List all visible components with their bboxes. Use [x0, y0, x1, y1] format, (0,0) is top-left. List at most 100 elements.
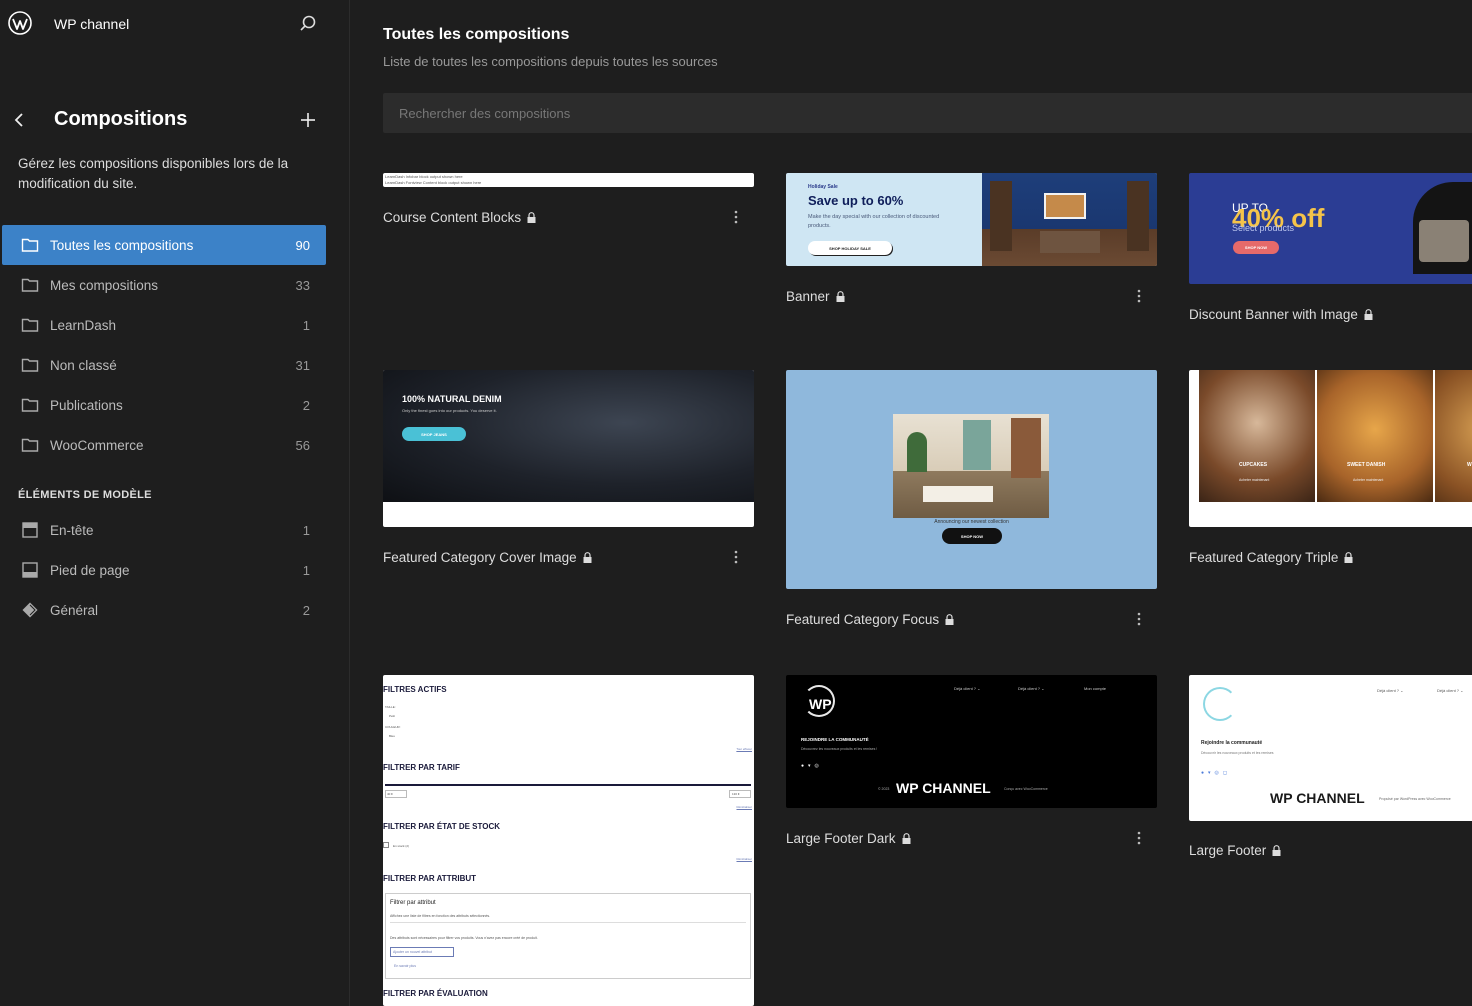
- social-icons: ●▾◎: [801, 763, 823, 769]
- template-parts-nav: En-tête 1 Pied de page 1 Général 2: [2, 510, 326, 630]
- pattern-card-large-footer-dark[interactable]: WP Déjà client ? ⌄ Déjà client ? ⌄ Mon c…: [786, 675, 1157, 855]
- folder-icon: [21, 318, 39, 332]
- pattern-preview[interactable]: Announcing our newest collection SHOP NO…: [786, 370, 1157, 589]
- preview-nav: Déjà client ? ⌄: [1377, 688, 1404, 693]
- pattern-name: Large Footer Dark: [786, 831, 896, 846]
- preview-eyebrow: Holiday Sale: [808, 184, 838, 190]
- bookshelf-shape: [990, 181, 1012, 251]
- footer-icon: [22, 562, 38, 578]
- preview-heading: FILTRER PAR ÉTAT DE STOCK: [383, 822, 501, 831]
- folder-icon: [21, 438, 39, 452]
- preview-text: Petit: [389, 714, 396, 718]
- preview-caption: Announcing our newest collection: [934, 519, 1009, 525]
- preview-label: W: [1467, 462, 1472, 468]
- pattern-preview[interactable]: UP TO 40% off Select products SHOP NOW: [1189, 173, 1472, 284]
- more-options-icon[interactable]: [1131, 611, 1147, 627]
- preview-nav: Déjà client ? ⌄: [1018, 686, 1045, 691]
- preview-heading: FILTRER PAR ATTRIBUT: [383, 874, 477, 883]
- social-icons: ●▾◎◻: [1201, 770, 1232, 776]
- lock-icon: [1272, 845, 1281, 856]
- site-title[interactable]: WP channel: [54, 16, 129, 32]
- attribute-placeholder: Filtrer par attribut Affichez une liste …: [385, 893, 751, 979]
- pattern-preview[interactable]: LearnDash Infobar block output shown her…: [383, 173, 754, 187]
- pattern-preview[interactable]: CUPCAKES Acheter maintenant SWEET DANISH…: [1189, 370, 1472, 527]
- nav-item-woocommerce[interactable]: WooCommerce 56: [2, 425, 326, 465]
- preview-heading: FILTRES ACTIFS: [383, 685, 447, 694]
- pattern-preview[interactable]: Déjà client ? ⌄ Déjà client ? ⌄ Rejoindr…: [1189, 675, 1472, 821]
- preview-logo-ring: [1203, 687, 1237, 721]
- preview-text: COULEUR:: [385, 725, 401, 729]
- pattern-title: Large Footer: [1189, 843, 1281, 858]
- pattern-search[interactable]: [383, 93, 1472, 133]
- pattern-card-featured-category-triple[interactable]: CUPCAKES Acheter maintenant SWEET DANISH…: [1189, 370, 1472, 570]
- pattern-title: Banner: [786, 289, 845, 304]
- placeholder-title: Filtrer par attribut: [390, 900, 436, 906]
- preview-link: Tout effacer: [736, 747, 752, 751]
- nav-item-label: LearnDash: [50, 317, 117, 333]
- bookshelf-shape: [1127, 181, 1149, 251]
- diamond-icon: [22, 602, 38, 618]
- nav-item-publications[interactable]: Publications 2: [2, 385, 326, 425]
- pattern-preview[interactable]: WP Déjà client ? ⌄ Déjà client ? ⌄ Mon c…: [786, 675, 1157, 808]
- nav-item-all-patterns[interactable]: Toutes les compositions 90: [2, 225, 326, 265]
- preview-image-third: [1435, 370, 1472, 502]
- nav-item-uncategorized[interactable]: Non classé 31: [2, 345, 326, 385]
- pattern-preview[interactable]: FILTRES ACTIFS TAILLE: Petit COULEUR: Bl…: [383, 675, 754, 1006]
- pattern-name: Course Content Blocks: [383, 210, 522, 225]
- more-options-icon[interactable]: [728, 209, 744, 225]
- more-options-icon[interactable]: [1131, 830, 1147, 846]
- preview-cta: SHOP NOW: [942, 528, 1002, 544]
- back-chevron-icon[interactable]: [10, 110, 30, 130]
- pattern-title: Featured Category Focus: [786, 612, 954, 627]
- nav-item-count: 2: [302, 397, 310, 413]
- preview-text: LearnDash Fontview Content block output …: [385, 180, 482, 185]
- preview-nav: Déjà client ? ⌄: [1437, 688, 1464, 693]
- more-options-icon[interactable]: [728, 549, 744, 565]
- pattern-card-banner[interactable]: Holiday Sale Save up to 60% Make the day…: [786, 173, 1157, 313]
- pattern-preview[interactable]: Holiday Sale Save up to 60% Make the day…: [786, 173, 1157, 266]
- pattern-card-featured-category-cover[interactable]: 100% NATURAL DENIM Only the finest goes …: [383, 370, 754, 570]
- nav-item-header[interactable]: En-tête 1: [2, 510, 326, 550]
- nav-item-learndash[interactable]: LearnDash 1: [2, 305, 326, 345]
- pattern-card-filters[interactable]: FILTRES ACTIFS TAILLE: Petit COULEUR: Bl…: [383, 675, 754, 1006]
- pattern-card-course-content-blocks[interactable]: LearnDash Infobar block output shown her…: [383, 173, 754, 233]
- preview-nav: Déjà client ? ⌄: [954, 686, 981, 691]
- more-options-icon[interactable]: [1131, 288, 1147, 304]
- preview-link: Réinitialiser: [736, 857, 752, 861]
- preview-text: En stock (2): [393, 844, 410, 848]
- nav-item-footer[interactable]: Pied de page 1: [2, 550, 326, 590]
- lock-icon: [945, 614, 954, 625]
- wordpress-logo-icon[interactable]: [8, 11, 32, 35]
- header-icon: [22, 522, 38, 538]
- preview-sub: Only the finest goes into our products. …: [402, 408, 497, 413]
- add-pattern-button[interactable]: [297, 109, 319, 131]
- nav-item-count: 56: [295, 437, 310, 453]
- nav-item-my-patterns[interactable]: Mes compositions 33: [2, 265, 326, 305]
- nav-item-count: 1: [302, 562, 310, 578]
- search-icon[interactable]: [298, 14, 318, 34]
- preview-heading: Rejoindre la communauté: [1201, 740, 1263, 746]
- pattern-card-large-footer[interactable]: Déjà client ? ⌄ Déjà client ? ⌄ Rejoindr…: [1189, 675, 1472, 865]
- preview-text: 40 €: [387, 792, 393, 796]
- divider: [390, 922, 746, 923]
- pattern-card-featured-category-focus[interactable]: Announcing our newest collection SHOP NO…: [786, 370, 1157, 635]
- search-input[interactable]: [383, 93, 1472, 133]
- nav-item-general[interactable]: Général 2: [2, 590, 326, 630]
- preview-brand: WP CHANNEL: [896, 780, 991, 796]
- painting-shape: [1044, 193, 1086, 219]
- preview-image-danish: [1317, 370, 1433, 502]
- lock-icon: [1344, 552, 1353, 563]
- pattern-preview[interactable]: 100% NATURAL DENIM Only the finest goes …: [383, 370, 754, 527]
- pattern-name: Featured Category Cover Image: [383, 550, 577, 565]
- preview-heading: FILTRER PAR TARIF: [383, 763, 460, 772]
- preview-select: Select products: [1232, 223, 1295, 233]
- pattern-title: Featured Category Cover Image: [383, 550, 592, 565]
- nav-item-label: WooCommerce: [50, 437, 144, 453]
- pattern-card-discount-banner[interactable]: UP TO 40% off Select products SHOP NOW D…: [1189, 173, 1472, 333]
- preview-cta: SHOP HOLIDAY SALE: [808, 241, 892, 255]
- price-slider-track: [385, 784, 751, 786]
- pattern-title: Large Footer Dark: [786, 831, 911, 846]
- preview-image-cupcakes: [1199, 370, 1315, 502]
- preview-text: TAILLE:: [385, 705, 396, 709]
- sofa-shape: [1419, 220, 1469, 262]
